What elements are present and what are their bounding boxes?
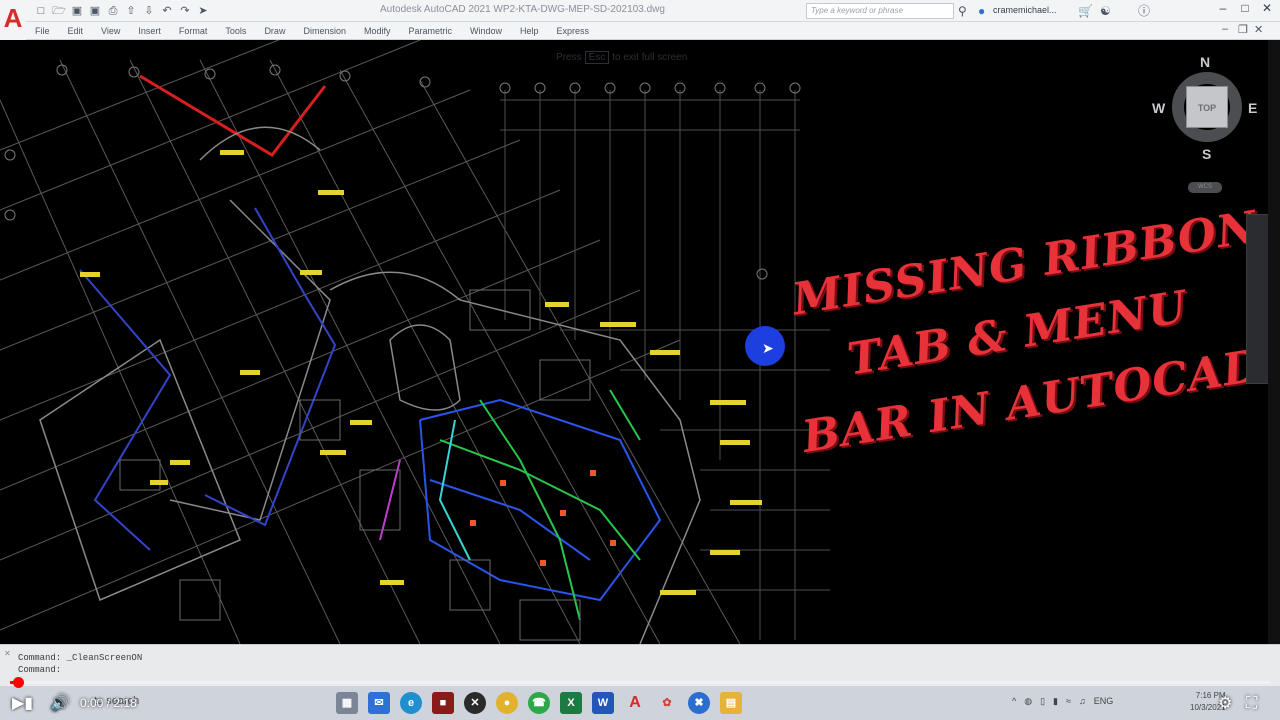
menu-file[interactable]: File: [26, 22, 59, 40]
compass-north[interactable]: N: [1200, 54, 1210, 70]
open-folder-icon[interactable]: 🗁: [52, 4, 66, 18]
autocad-logo[interactable]: A: [0, 0, 26, 40]
viewcube[interactable]: TOP N S E W: [1152, 54, 1262, 168]
menu-insert[interactable]: Insert: [129, 22, 170, 40]
menu-bar: File Edit View Insert Format Tools Draw …: [26, 22, 1280, 40]
video-headline: MISSING RIBBON TAB & MENU BAR IN AUTOCAD: [770, 190, 1280, 470]
command-history-2: Command:: [18, 665, 62, 675]
doc-close-icon[interactable]: ✕: [1254, 23, 1263, 36]
video-progress-bar[interactable]: [10, 677, 1270, 688]
connect-icon[interactable]: ☯: [1100, 3, 1111, 19]
share-icon[interactable]: ➤: [196, 4, 210, 18]
cad-drawing[interactable]: [0, 40, 840, 644]
title-bar: □ 🗁 ▣ ▣ ⎙ ⇧ ⇩ ↶ ↷ ➤ Autodesk AutoCAD 202…: [0, 0, 1280, 22]
compass-west[interactable]: W: [1152, 100, 1165, 116]
download-icon[interactable]: ⇩: [142, 4, 156, 18]
undo-icon[interactable]: ↶: [160, 4, 174, 18]
compass-east[interactable]: E: [1248, 100, 1257, 116]
esc-key: Esc: [584, 51, 610, 64]
quick-access-toolbar: □ 🗁 ▣ ▣ ⎙ ⇧ ⇩ ↶ ↷ ➤: [34, 4, 210, 18]
command-history-1: Command: _CleanScreenON: [18, 653, 143, 663]
video-player-controls: ▶▮ 🔊 0:00 / 2:18 ⚙ ⛶: [0, 688, 1280, 720]
close-icon[interactable]: ✕: [1258, 1, 1276, 15]
doc-minimize-icon[interactable]: –: [1222, 23, 1228, 35]
vertical-scrollbar[interactable]: [1268, 40, 1280, 644]
user-account[interactable]: cramemichael...: [993, 5, 1057, 15]
search-icon[interactable]: ⚲: [958, 3, 967, 19]
viewcube-top-face[interactable]: TOP: [1186, 86, 1228, 128]
compass-south[interactable]: S: [1202, 146, 1211, 162]
menu-parametric[interactable]: Parametric: [400, 22, 462, 40]
structural-grid: [0, 40, 741, 644]
maximize-icon[interactable]: □: [1236, 1, 1254, 15]
cart-icon[interactable]: 🛒: [1078, 3, 1093, 19]
menu-draw[interactable]: Draw: [255, 22, 294, 40]
doc-restore-icon[interactable]: ❐: [1238, 23, 1248, 36]
menu-view[interactable]: View: [92, 22, 129, 40]
equipment-tags: [470, 470, 616, 566]
mep-zone: [379, 389, 662, 621]
drawing-canvas[interactable]: Press Esc to exit full screen ➤ MISSING RI…: [0, 40, 1280, 644]
menu-dimension[interactable]: Dimension: [294, 22, 355, 40]
redo-icon[interactable]: ↷: [178, 4, 192, 18]
command-line[interactable]: ✕ Command: _CleanScreenON Command:: [0, 644, 1280, 686]
volume-button-icon[interactable]: 🔊: [50, 692, 70, 716]
upload-icon[interactable]: ⇧: [124, 4, 138, 18]
menu-window[interactable]: Window: [461, 22, 511, 40]
menu-help[interactable]: Help: [511, 22, 548, 40]
command-close-icon[interactable]: ✕: [4, 649, 11, 658]
progress-scrubber[interactable]: [13, 677, 24, 688]
window-title: Autodesk AutoCAD 2021 WP2-KTA-DWG-MEP-SD…: [380, 4, 665, 15]
building-outline: [39, 126, 701, 644]
minimize-icon[interactable]: –: [1214, 1, 1232, 15]
notice-text: Press: [556, 52, 582, 63]
menu-modify[interactable]: Modify: [355, 22, 400, 40]
menu-tools[interactable]: Tools: [216, 22, 255, 40]
print-icon[interactable]: ⎙: [106, 4, 120, 18]
grid-bubbles: [4, 64, 801, 280]
menu-format[interactable]: Format: [170, 22, 217, 40]
menu-edit[interactable]: Edit: [59, 22, 93, 40]
save-as-icon[interactable]: ▣: [88, 4, 102, 18]
settings-gear-icon[interactable]: ⚙: [1218, 692, 1232, 716]
annotation-tags: [80, 150, 762, 595]
wcs-menu[interactable]: WCS: [1188, 182, 1222, 193]
pipe-runs: [79, 207, 337, 551]
fullscreen-notice: Press Esc to exit full screen: [556, 51, 687, 64]
user-icon[interactable]: ●: [978, 3, 985, 19]
fullscreen-icon[interactable]: ⛶: [1246, 692, 1257, 716]
save-icon[interactable]: ▣: [70, 4, 84, 18]
new-file-icon[interactable]: □: [34, 4, 48, 18]
search-input[interactable]: Type a keyword or phrase: [806, 3, 954, 19]
help-icon[interactable]: ⓘ: [1138, 3, 1150, 19]
menu-express[interactable]: Express: [548, 22, 599, 40]
notice-text-suffix: to exit full screen: [612, 52, 688, 63]
play-icon[interactable]: ▶▮: [12, 692, 33, 716]
video-time: 0:00 / 2:18: [80, 696, 137, 710]
